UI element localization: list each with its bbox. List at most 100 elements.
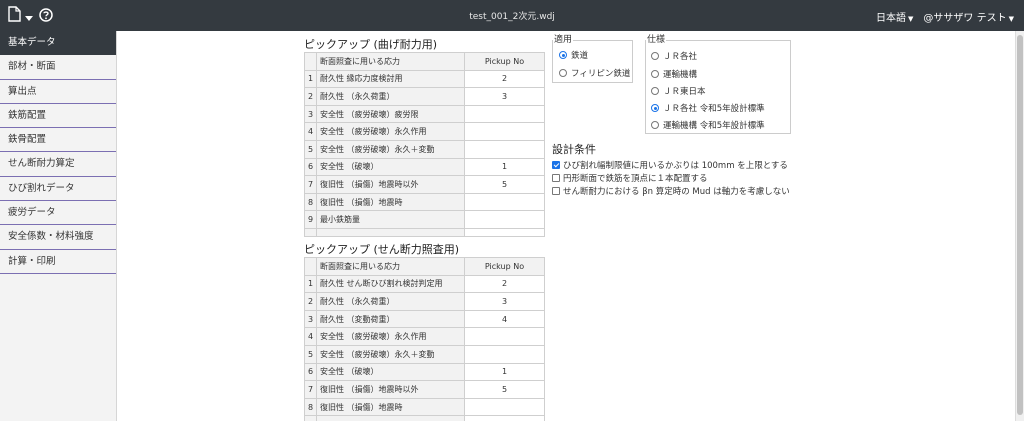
table-spacer-row	[304, 227, 545, 237]
table-row: 4 安全性 （疲労破壊）永久作用	[304, 327, 545, 346]
row-number: 8	[304, 397, 317, 417]
caret-down-icon: ▼	[1008, 15, 1014, 23]
scrollbar-thumb[interactable]	[1017, 35, 1023, 415]
checkbox-icon[interactable]	[552, 187, 560, 195]
spacer-cell	[464, 415, 545, 421]
sidebar-item-steel[interactable]: 鉄骨配置	[0, 128, 116, 153]
pickup-no-cell[interactable]: 2	[464, 69, 545, 89]
table-row: 2 耐久性 （永久荷重） 3	[304, 292, 545, 311]
row-number: 4	[304, 327, 317, 346]
option-label: フィリピン鉄道	[571, 69, 631, 79]
condition-label: 円形断面で鉄筋を頂点に１本配置する	[563, 174, 708, 184]
language-menu[interactable]: 日本語 ▼	[876, 9, 913, 24]
sidebar-item-shear[interactable]: せん断耐力算定	[0, 152, 116, 177]
specification-legend: 仕様	[646, 32, 667, 45]
radio-icon[interactable]	[651, 121, 659, 129]
pickup-no-cell[interactable]	[464, 210, 545, 229]
main-content	[117, 31, 1015, 421]
pickup-no-cell[interactable]	[464, 104, 545, 124]
row-label: 耐久性 （永久荷重）	[316, 292, 465, 311]
radio-selected-icon[interactable]	[651, 104, 659, 112]
row-number: 2	[304, 292, 317, 311]
vertical-scrollbar[interactable]	[1015, 31, 1024, 421]
file-menu[interactable]	[8, 6, 53, 26]
table-row: 8 復旧性 （損傷）地震時	[304, 397, 545, 417]
radio-icon[interactable]	[651, 87, 659, 95]
pickup-no-cell[interactable]: 1	[464, 362, 545, 382]
spec-option-jrtt-r5[interactable]: 運輸機構 令和5年設計標準	[651, 119, 765, 131]
user-menu[interactable]: @ササザワ テスト ▼	[923, 9, 1014, 24]
radio-icon[interactable]	[651, 70, 659, 78]
row-label: 安全性 （疲労破壊）永久＋変動	[316, 344, 465, 364]
row-number: 6	[304, 362, 317, 382]
condition-shear-mud[interactable]: せん断耐力における βn 算定時の Mud は軸力を考慮しない	[552, 185, 790, 197]
pickup-bending-table: 断面照査に用いる応力 Pickup No 1 耐久性 縁応力度検討用 2 2 耐久性 …	[304, 52, 545, 237]
spacer-cell	[304, 227, 317, 237]
sidebar-item-basic-data[interactable]: 基本データ	[0, 31, 116, 56]
spec-option-jr-r5[interactable]: ＪＲ各社 令和5年設計標準	[651, 102, 765, 114]
spec-option-jrtt[interactable]: 運輸機構	[651, 68, 697, 80]
row-number: 8	[304, 192, 317, 212]
file-title: test_001_2次元.wdj	[469, 12, 555, 22]
table-row: 6 安全性 （破壊） 1	[304, 362, 545, 382]
pickup-no-cell[interactable]	[464, 192, 545, 212]
checkbox-icon[interactable]	[552, 174, 560, 182]
row-label: 耐久性 （永久荷重）	[316, 87, 465, 106]
pickup-no-cell[interactable]	[464, 397, 545, 417]
pickup-no-cell[interactable]: 1	[464, 157, 545, 177]
pickup-no-cell[interactable]	[464, 139, 545, 159]
file-icon[interactable]	[8, 6, 21, 26]
table-row: 4 安全性 （疲労破壊）永久作用	[304, 122, 545, 141]
option-label: 鉄道	[571, 51, 589, 61]
application-legend: 適用	[553, 32, 574, 45]
caret-down-icon[interactable]	[25, 7, 33, 26]
sidebar-item-calc-points[interactable]: 算出点	[0, 79, 116, 104]
row-number: 2	[304, 87, 317, 106]
option-label: ＪＲ各社 令和5年設計標準	[663, 104, 765, 114]
header-no	[304, 52, 317, 71]
row-label: 安全性 （疲労破壊）疲労限	[316, 104, 465, 124]
spec-option-jr-east[interactable]: ＪＲ東日本	[651, 85, 706, 97]
row-label: 耐久性 縁応力度検討用	[316, 69, 465, 89]
checkbox-checked-icon[interactable]	[552, 161, 560, 169]
table-row: 9 最小鉄筋量	[304, 210, 545, 229]
radio-selected-icon[interactable]	[559, 51, 567, 59]
pickup-no-cell[interactable]: 4	[464, 309, 545, 329]
pickup-no-cell[interactable]	[464, 344, 545, 364]
pickup-no-cell[interactable]: 3	[464, 292, 545, 311]
pickup-no-cell[interactable]: 3	[464, 87, 545, 106]
row-label: 耐久性 せん断ひび割れ検討判定用	[316, 274, 465, 294]
application-option-philippine[interactable]: フィリピン鉄道	[559, 67, 630, 79]
spec-option-jr[interactable]: ＪＲ各社	[651, 50, 697, 62]
table-header-row: 断面照査に用いる応力 Pickup No	[304, 257, 545, 276]
header-pickup-no: Pickup No	[464, 52, 545, 71]
row-number: 7	[304, 380, 317, 399]
radio-icon[interactable]	[651, 52, 659, 60]
sidebar-item-safety[interactable]: 安全係数・材料強度	[0, 225, 116, 250]
table-row: 6 安全性 （破壊） 1	[304, 157, 545, 177]
pickup-no-cell[interactable]	[464, 122, 545, 141]
pickup-no-cell[interactable]: 5	[464, 380, 545, 399]
sidebar-item-crack[interactable]: ひび割れデータ	[0, 176, 116, 202]
condition-circular-rebar[interactable]: 円形断面で鉄筋を頂点に１本配置する	[552, 172, 708, 184]
table-spacer-row	[304, 415, 545, 421]
pickup-no-cell[interactable]: 2	[464, 274, 545, 294]
sidebar-item-rebar[interactable]: 鉄筋配置	[0, 103, 116, 129]
sidebar-item-members[interactable]: 部材・断面	[0, 55, 116, 80]
row-number: 1	[304, 69, 317, 89]
radio-icon[interactable]	[559, 69, 567, 77]
header-pickup-no: Pickup No	[464, 257, 545, 276]
help-circle-icon[interactable]	[39, 7, 53, 26]
option-label: ＪＲ各社	[663, 52, 698, 62]
sidebar-item-fatigue[interactable]: 疲労データ	[0, 201, 116, 226]
row-number: 6	[304, 157, 317, 177]
condition-crack-cover[interactable]: ひび割れ幅制限値に用いるかぶりは 100mm を上限とする	[552, 159, 788, 171]
row-number: 4	[304, 122, 317, 141]
spacer-cell	[304, 415, 317, 421]
sidebar-item-calc-print[interactable]: 計算・印刷	[0, 249, 116, 274]
pickup-shear-title: ピックアップ (せん断力照査用)	[304, 243, 460, 256]
application-option-railway[interactable]: 鉄道	[559, 49, 588, 61]
row-label: 安全性 （疲労破壊）永久作用	[316, 122, 465, 141]
pickup-no-cell[interactable]	[464, 327, 545, 346]
pickup-no-cell[interactable]: 5	[464, 175, 545, 194]
